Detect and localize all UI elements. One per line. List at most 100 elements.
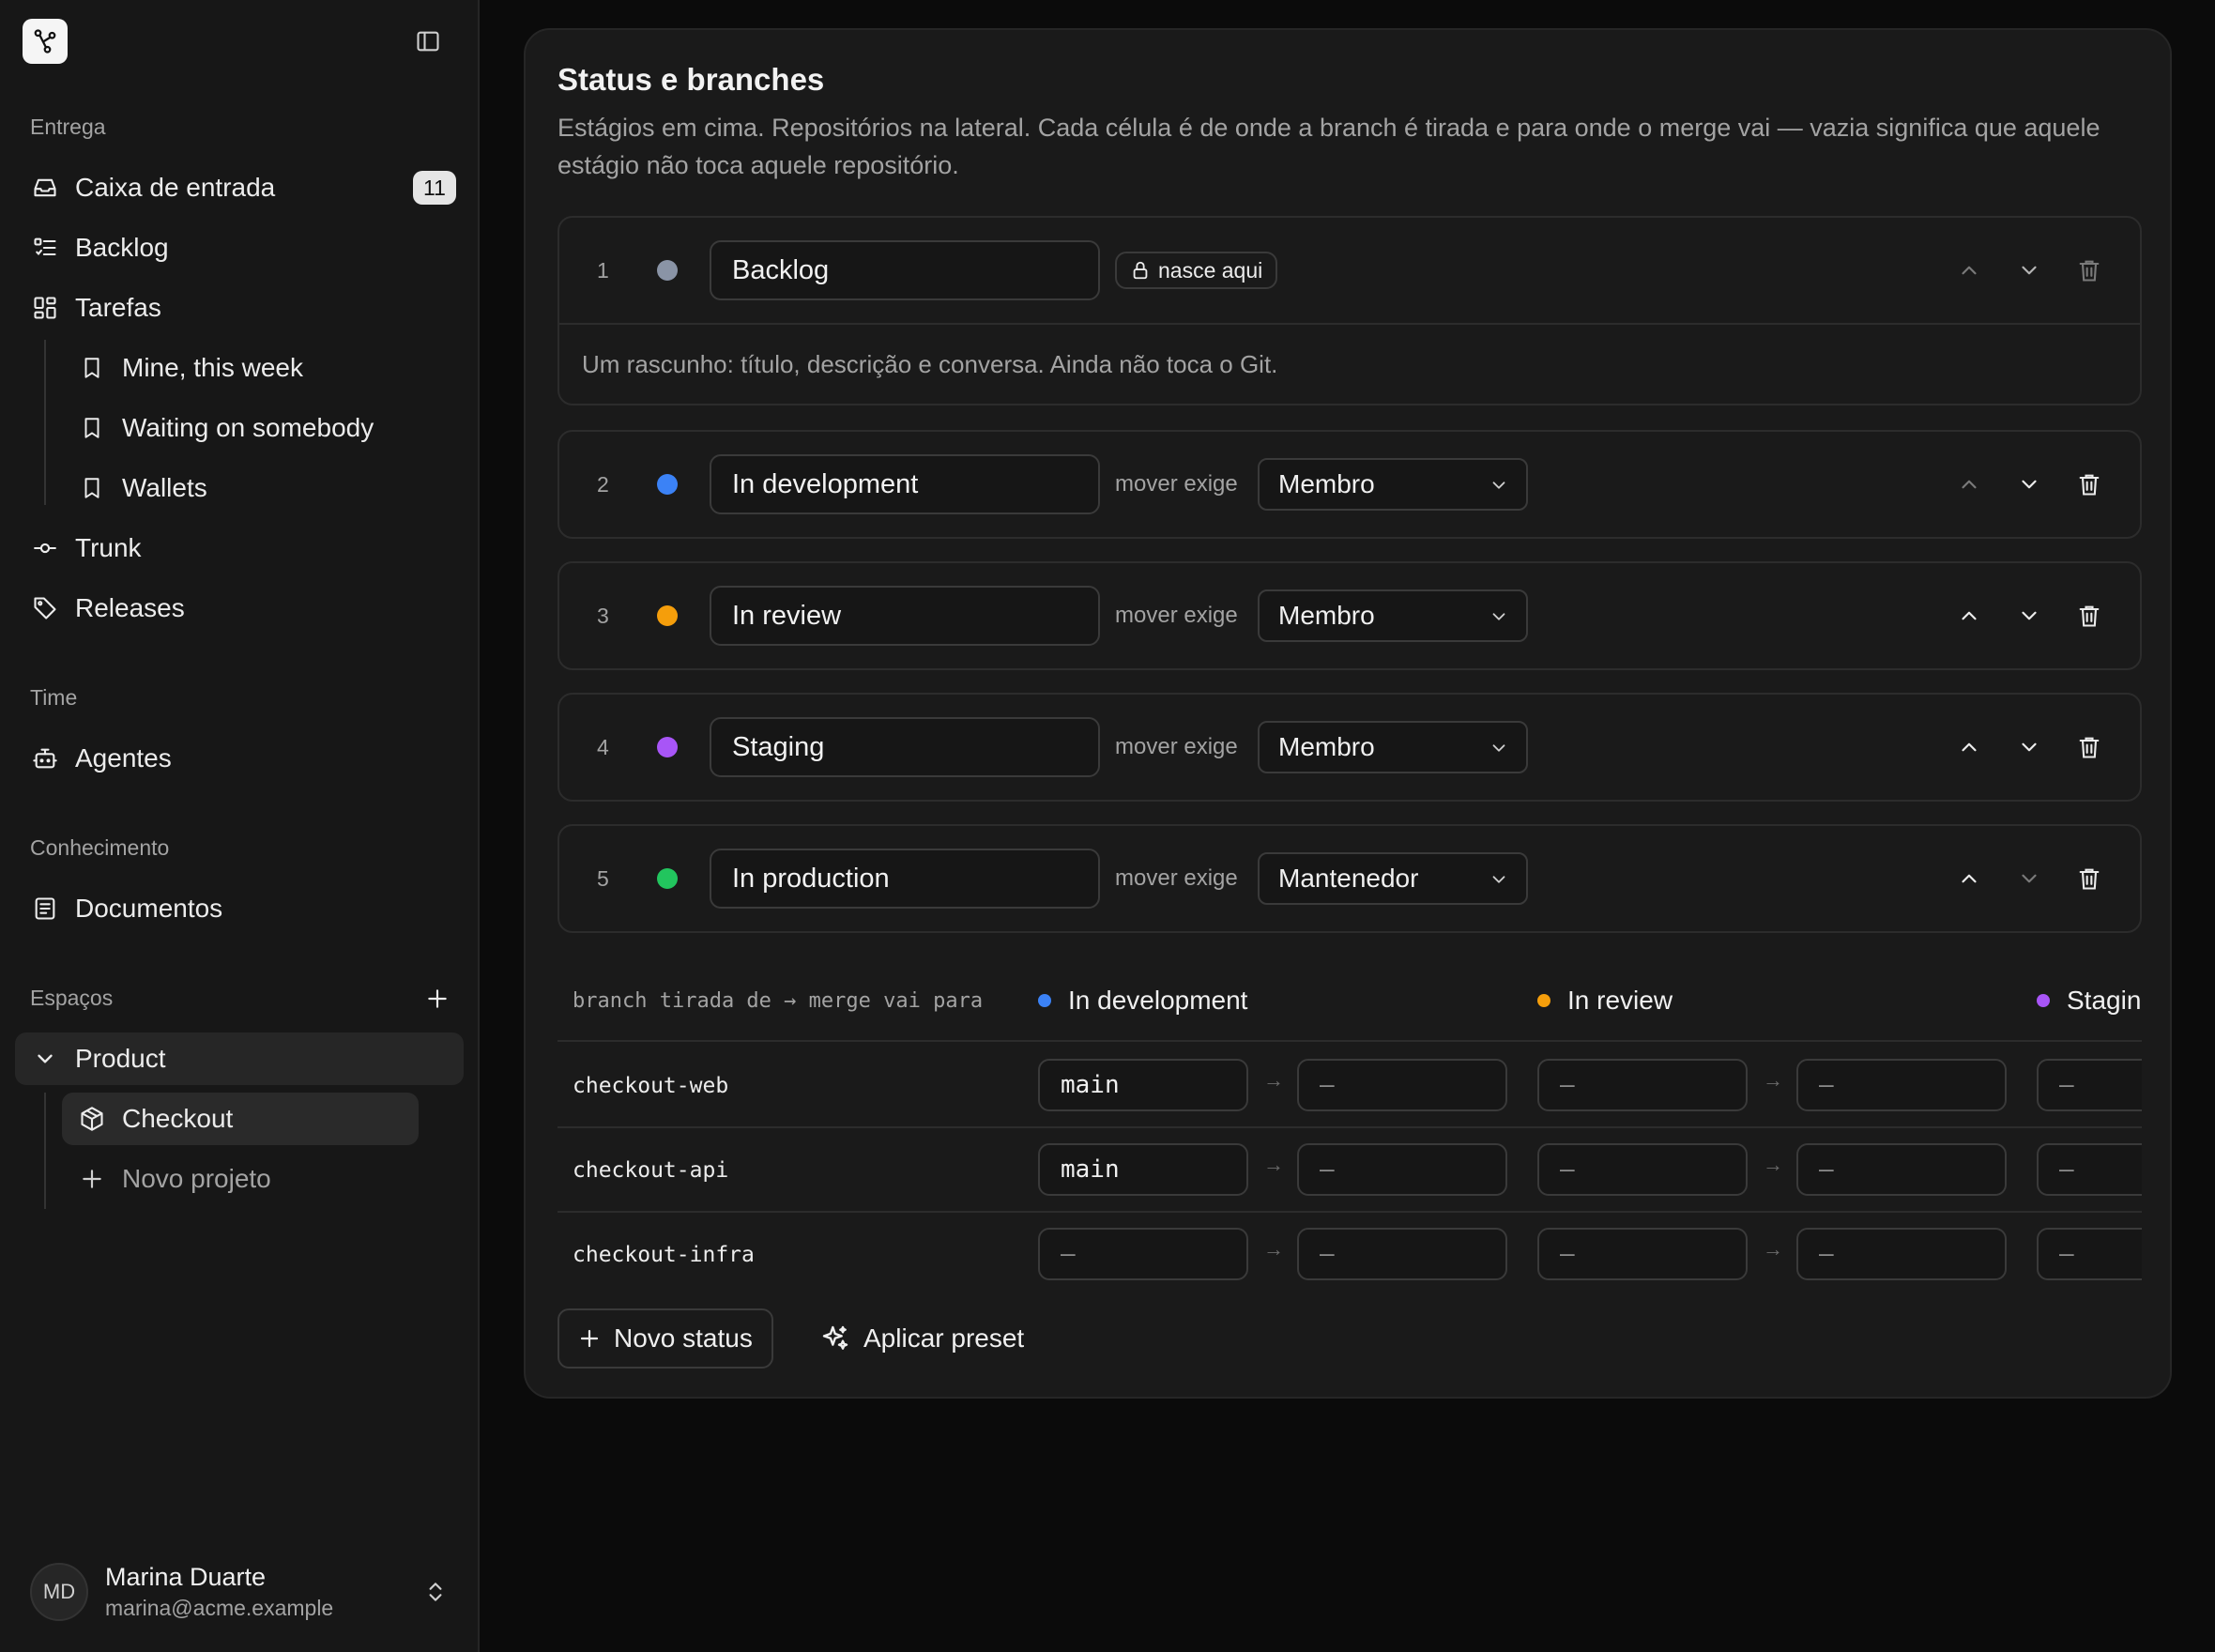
merge-to-input[interactable]: — bbox=[1796, 1059, 2007, 1111]
stage-color-dot[interactable] bbox=[657, 260, 678, 281]
branch-from-input[interactable]: — bbox=[2037, 1228, 2142, 1280]
sidebar-item-trunk[interactable]: Trunk bbox=[15, 522, 464, 574]
chevron-down-icon bbox=[30, 1044, 60, 1074]
chevrons-up-down-icon[interactable] bbox=[420, 1577, 451, 1607]
matrix-header-label: branch tirada de → merge vai para bbox=[573, 988, 984, 1013]
trash-icon[interactable] bbox=[2074, 732, 2104, 762]
sidebar-item-product[interactable]: Product bbox=[15, 1032, 464, 1085]
sidebar-toggle-icon[interactable] bbox=[413, 26, 443, 56]
trash-icon[interactable] bbox=[2074, 255, 2104, 285]
column-color-dot bbox=[1537, 994, 1550, 1007]
stage-color-dot[interactable] bbox=[657, 737, 678, 757]
merge-to-input[interactable]: — bbox=[1796, 1143, 2007, 1196]
sidebar-item-tarefas[interactable]: Tarefas bbox=[15, 282, 464, 334]
table-row: checkout-web main → — — → — — bbox=[558, 1044, 2142, 1128]
chevron-down-icon bbox=[1489, 475, 1509, 496]
move-down-icon[interactable] bbox=[2014, 601, 2044, 631]
mover-requires-label: mover exige bbox=[1115, 603, 1238, 628]
merge-to-input[interactable]: — bbox=[1297, 1228, 1507, 1280]
stage-number: 2 bbox=[597, 471, 609, 497]
stage-color-dot[interactable] bbox=[657, 474, 678, 495]
role-select[interactable]: Membro bbox=[1258, 458, 1528, 511]
mover-requires-label: mover exige bbox=[1115, 865, 1238, 891]
branch-from-input[interactable]: main bbox=[1038, 1059, 1248, 1111]
sidebar-item-agentes[interactable]: Agentes bbox=[15, 732, 464, 785]
move-down-icon[interactable] bbox=[2014, 864, 2044, 894]
branch-from-input[interactable]: — bbox=[2037, 1059, 2142, 1111]
stage-card-backlog: 1 Backlog nasce aqui Um rascunho: título… bbox=[558, 216, 2142, 405]
branch-from-input[interactable]: — bbox=[1038, 1228, 1248, 1280]
apply-preset-button[interactable]: Aplicar preset bbox=[820, 1308, 1024, 1369]
page-description: Estágios em cima. Repositórios na latera… bbox=[558, 114, 2100, 179]
layout-grid-icon bbox=[30, 293, 60, 323]
role-select[interactable]: Membro bbox=[1258, 589, 1528, 642]
branch-from-input[interactable]: — bbox=[1537, 1143, 1748, 1196]
move-up-icon[interactable] bbox=[1954, 255, 1984, 285]
branch-from-input[interactable]: — bbox=[2037, 1143, 2142, 1196]
merge-to-input[interactable]: — bbox=[1297, 1059, 1507, 1111]
sidebar-item-label: Waiting on somebody bbox=[122, 413, 374, 442]
user-menu[interactable]: MD Marina Duarte marina@acme.example bbox=[30, 1560, 462, 1624]
matrix-header: branch tirada de → merge vai para In dev… bbox=[558, 959, 2142, 1042]
repo-name: checkout-api bbox=[573, 1158, 729, 1183]
inbox-count-badge: 11 bbox=[413, 171, 456, 205]
branch-from-input[interactable]: — bbox=[1537, 1059, 1748, 1111]
sidebar-item-checkout[interactable]: Checkout bbox=[62, 1093, 419, 1145]
stage-name-input[interactable]: In review bbox=[710, 586, 1100, 646]
role-select[interactable]: Mantenedor bbox=[1258, 852, 1528, 905]
column-label: In development bbox=[1068, 986, 1248, 1015]
repo-name: checkout-infra bbox=[573, 1243, 755, 1267]
stage-card-in-production: 5 In production mover exige Mantenedor bbox=[558, 824, 2142, 933]
mover-requires-label: mover exige bbox=[1115, 471, 1238, 497]
trash-icon[interactable] bbox=[2074, 601, 2104, 631]
sidebar-item-label: Releases bbox=[75, 593, 185, 622]
stage-name-input[interactable]: Backlog bbox=[710, 240, 1100, 300]
plus-icon bbox=[578, 1327, 601, 1350]
move-up-icon[interactable] bbox=[1954, 864, 1984, 894]
avatar: MD bbox=[30, 1563, 88, 1621]
branch-logo-icon bbox=[34, 29, 56, 54]
trash-icon[interactable] bbox=[2074, 864, 2104, 894]
merge-to-input[interactable]: — bbox=[1297, 1143, 1507, 1196]
user-info: Marina Duarte marina@acme.example bbox=[105, 1563, 333, 1621]
merge-to-input[interactable]: — bbox=[1796, 1228, 2007, 1280]
sidebar-item-mine-this-week[interactable]: Mine, this week bbox=[62, 342, 419, 394]
trash-icon[interactable] bbox=[2074, 469, 2104, 499]
stage-number: 5 bbox=[597, 865, 609, 891]
sidebar-item-backlog[interactable]: Backlog bbox=[15, 222, 464, 274]
sidebar-item-wallets[interactable]: Wallets bbox=[62, 462, 419, 514]
role-select[interactable]: Membro bbox=[1258, 721, 1528, 773]
sidebar-item-label: Caixa de entrada bbox=[75, 173, 276, 202]
app-logo[interactable] bbox=[23, 19, 68, 64]
stage-name-input[interactable]: In development bbox=[710, 454, 1100, 514]
add-space-plus-icon[interactable] bbox=[422, 984, 452, 1014]
sidebar-item-novo-projeto[interactable]: Novo projeto bbox=[62, 1153, 419, 1205]
table-row: checkout-api main → — — → — — bbox=[558, 1128, 2142, 1213]
stage-name-input[interactable]: In production bbox=[710, 849, 1100, 909]
branch-matrix[interactable]: branch tirada de → merge vai para In dev… bbox=[558, 959, 2142, 1307]
move-up-icon[interactable] bbox=[1954, 601, 1984, 631]
sidebar-item-releases[interactable]: Releases bbox=[15, 582, 464, 635]
move-up-icon[interactable] bbox=[1954, 732, 1984, 762]
tag-icon bbox=[30, 593, 60, 623]
move-down-icon[interactable] bbox=[2014, 469, 2044, 499]
move-down-icon[interactable] bbox=[2014, 255, 2044, 285]
arrow-right: → bbox=[1763, 1153, 1783, 1176]
new-status-button[interactable]: Novo status bbox=[558, 1308, 773, 1369]
arrow-right: → bbox=[1763, 1068, 1783, 1092]
branch-from-input[interactable]: main bbox=[1038, 1143, 1248, 1196]
stage-number: 3 bbox=[597, 603, 609, 628]
move-up-icon[interactable] bbox=[1954, 469, 1984, 499]
stage-color-dot[interactable] bbox=[657, 868, 678, 889]
document-icon bbox=[30, 894, 60, 924]
sidebar-item-waiting-on-somebody[interactable]: Waiting on somebody bbox=[62, 402, 419, 454]
sidebar-item-documentos[interactable]: Documentos bbox=[15, 882, 464, 935]
sidebar-item-inbox[interactable]: Caixa de entrada 11 bbox=[15, 161, 464, 214]
stage-color-dot[interactable] bbox=[657, 605, 678, 626]
move-down-icon[interactable] bbox=[2014, 732, 2044, 762]
section-label-time: Time bbox=[30, 685, 78, 710]
bookmark-icon bbox=[77, 413, 107, 443]
branch-from-input[interactable]: — bbox=[1537, 1228, 1748, 1280]
sidebar-item-label: Checkout bbox=[122, 1104, 234, 1133]
stage-name-input[interactable]: Staging bbox=[710, 717, 1100, 777]
